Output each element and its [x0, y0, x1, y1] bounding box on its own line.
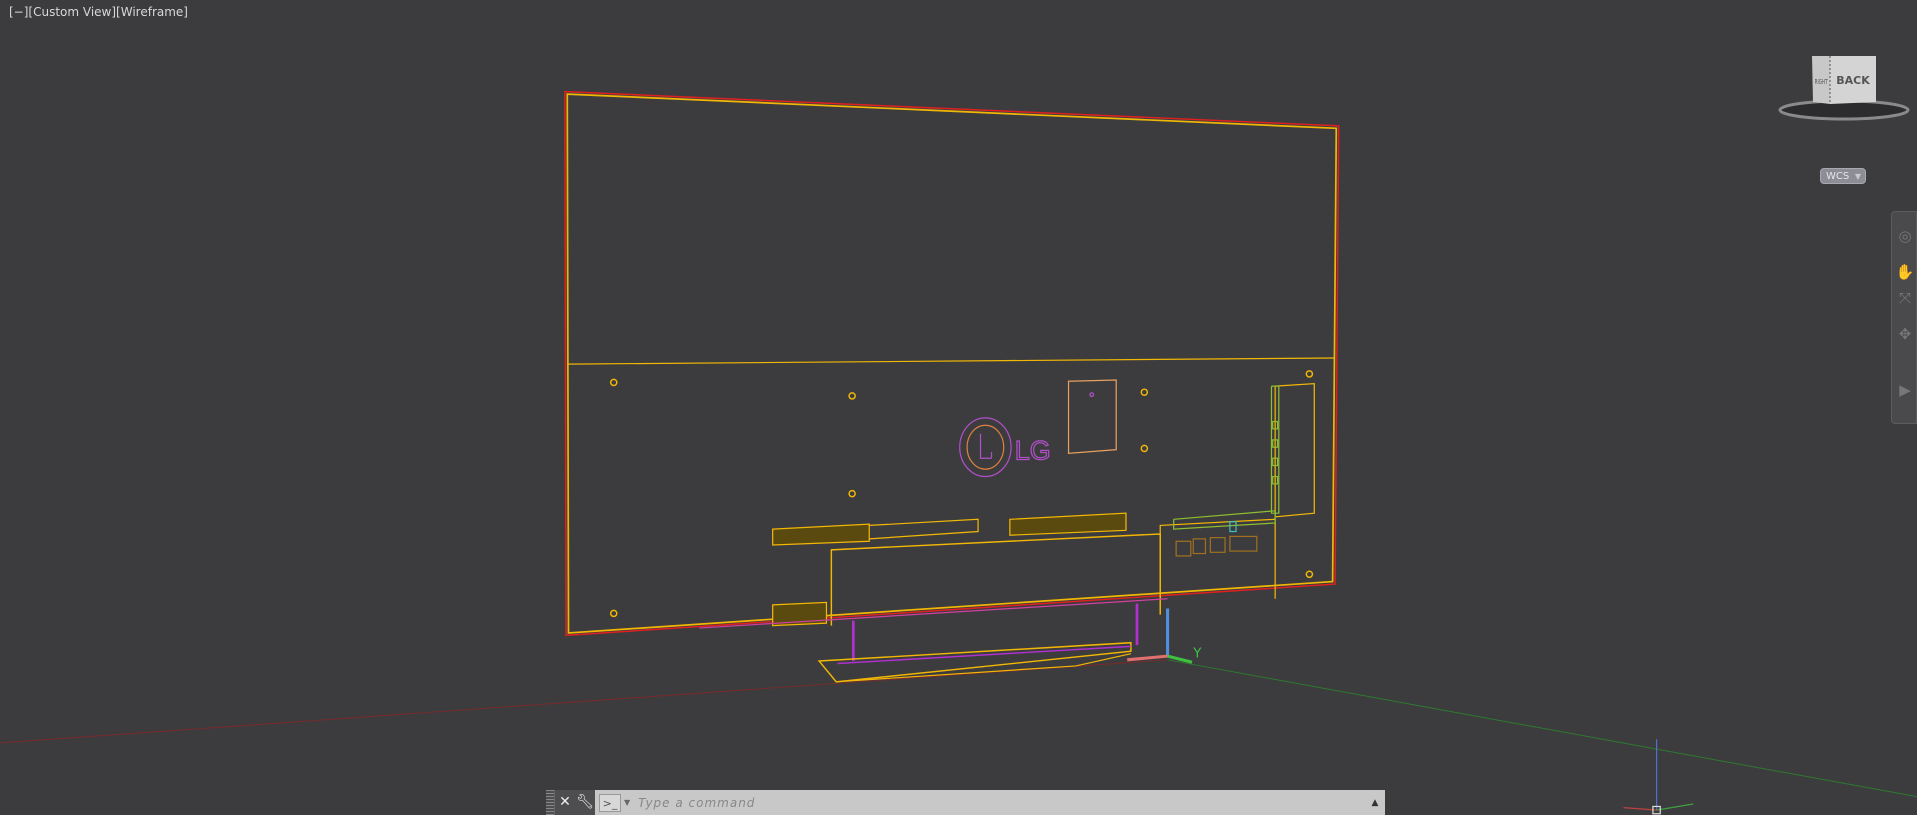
world-ucs-icon	[1623, 739, 1694, 815]
navigation-bar[interactable]: ◎ ✋ ⤧ ✥ ▶	[1891, 211, 1917, 424]
wrench-icon[interactable]: 🔧︎	[575, 790, 595, 815]
lg-logo: LG	[959, 417, 1051, 478]
ucs-origin-icon: Y	[1127, 608, 1202, 664]
label-plate	[1067, 379, 1117, 454]
viewcube-face-label: BACK	[1836, 74, 1870, 87]
y-axis-line	[1167, 659, 1917, 798]
connectors	[1173, 385, 1280, 557]
command-line: ✕ 🔧︎ >_ ▼ ▲	[546, 790, 1385, 815]
panel-divider	[567, 357, 1336, 365]
orbit-icon[interactable]: ✥	[1895, 324, 1915, 344]
caret-down-icon: ▼	[1854, 172, 1861, 181]
drag-handle[interactable]	[546, 790, 555, 815]
steering-wheel-icon[interactable]: ◎	[1895, 226, 1915, 246]
vents	[772, 512, 1127, 627]
prompt-icon[interactable]: >_	[599, 793, 621, 812]
ucs-menu-button[interactable]: WCS ▼	[1820, 168, 1866, 184]
logo-text: LG	[1015, 435, 1051, 465]
command-input[interactable]	[636, 794, 1365, 811]
viewcube[interactable]: RIGHT BACK	[1778, 50, 1910, 125]
zoom-icon[interactable]: ⤧	[1895, 288, 1915, 308]
compass-ring[interactable]	[1778, 99, 1910, 121]
pan-icon[interactable]: ✋	[1895, 262, 1915, 282]
ucs-label: WCS	[1826, 171, 1850, 182]
recent-commands-dropdown-icon[interactable]: ▼	[624, 798, 630, 807]
caret-up-icon[interactable]: ▲	[1365, 798, 1385, 808]
model-space-viewport[interactable]: LG Y	[0, 0, 1917, 815]
close-icon[interactable]: ✕	[555, 790, 575, 815]
tv-model: LG	[564, 90, 1340, 683]
viewport-controls-label[interactable]: [−][Custom View][Wireframe]	[9, 5, 188, 19]
side-io	[1274, 383, 1315, 518]
y-axis-label: Y	[1192, 646, 1202, 661]
viewcube-side-label: RIGHT	[1815, 79, 1828, 86]
screws	[609, 370, 1314, 618]
showmotion-icon[interactable]: ▶	[1895, 380, 1915, 400]
x-axis-line	[0, 659, 1168, 744]
